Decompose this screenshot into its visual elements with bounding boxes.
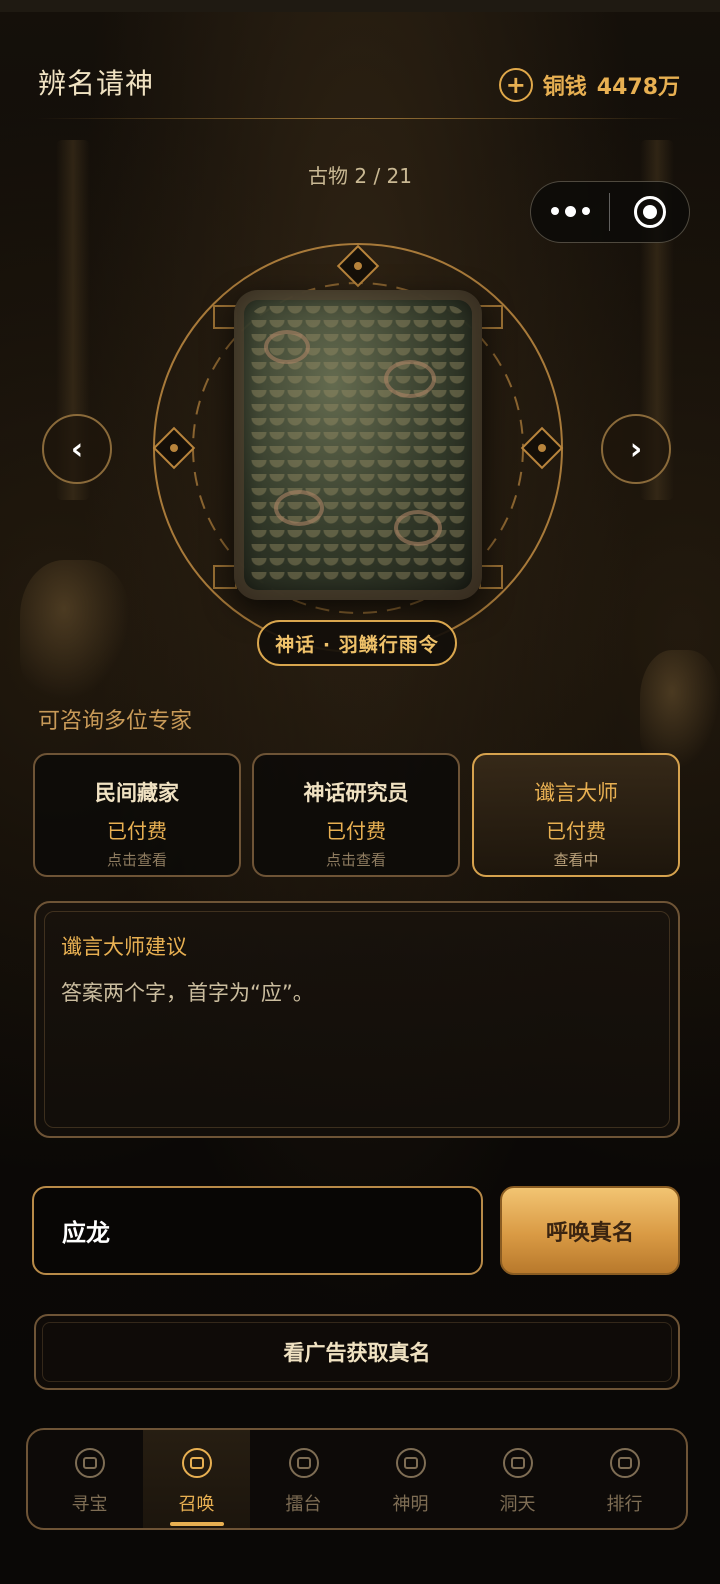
expert-status: 已付费 <box>546 819 606 843</box>
tab-ranking[interactable]: 排行 <box>571 1430 678 1528</box>
more-menu-icon[interactable] <box>531 206 609 217</box>
tab-treasure[interactable]: 寻宝 <box>36 1430 143 1528</box>
coin-balance: + 铜钱 4478万 <box>498 68 680 102</box>
expert-action: 点击查看 <box>106 851 167 869</box>
treasure-icon <box>74 1448 105 1478</box>
cloud-motif <box>394 510 442 546</box>
expert-status: 已付费 <box>326 819 386 843</box>
tab-label: 召唤 <box>178 1494 215 1515</box>
cloud-motif <box>274 490 324 526</box>
advice-text: 答案两个字，首字为“应”。 <box>61 981 314 1005</box>
summon-button[interactable]: 呼唤真名 <box>500 1186 680 1275</box>
coin-value: 4478万 <box>596 75 680 100</box>
cave-icon <box>502 1448 533 1478</box>
arena-icon <box>288 1448 319 1478</box>
true-name-input[interactable] <box>32 1186 483 1275</box>
tab-arena[interactable]: 擂台 <box>250 1430 357 1528</box>
ranking-icon <box>609 1448 640 1478</box>
next-artifact-button[interactable]: › <box>601 414 671 484</box>
watch-ad-button[interactable]: 看广告获取真名 <box>34 1314 680 1390</box>
experts-section-label: 可咨询多位专家 <box>38 709 193 734</box>
tab-cave[interactable]: 洞天 <box>464 1430 571 1528</box>
coin-label: 铜钱 <box>542 75 587 100</box>
tab-label: 洞天 <box>499 1494 536 1515</box>
bottom-tab-bar: 寻宝 召唤 擂台 神明 洞天 排行 <box>26 1428 688 1530</box>
tab-label: 排行 <box>606 1494 643 1515</box>
add-coins-icon[interactable]: + <box>498 68 533 102</box>
tab-summon[interactable]: 召唤 <box>143 1430 250 1528</box>
artifact-image <box>234 290 482 600</box>
artifact-name-badge: 神话 · 羽鳞行雨令 <box>257 620 457 666</box>
advice-title: 谶言大师建议 <box>61 935 187 959</box>
close-miniprogram-icon[interactable] <box>610 196 689 228</box>
tab-deity[interactable]: 神明 <box>357 1430 464 1528</box>
expert-card-myth-researcher[interactable]: 神话研究员 已付费 点击查看 <box>252 753 460 877</box>
expert-card-folk-collector[interactable]: 民间藏家 已付费 点击查看 <box>33 753 241 877</box>
miniprogram-capsule <box>530 181 690 243</box>
expert-status: 已付费 <box>107 819 167 843</box>
tab-label: 寻宝 <box>71 1494 108 1515</box>
status-bar <box>0 0 720 12</box>
active-tab-indicator <box>169 1522 224 1526</box>
header-divider <box>36 118 684 119</box>
background-vase <box>20 560 130 700</box>
tab-label: 神明 <box>392 1494 429 1515</box>
cloud-motif <box>264 330 310 364</box>
background-vase <box>640 650 720 770</box>
summon-icon <box>181 1448 212 1478</box>
expert-action: 点击查看 <box>325 851 386 869</box>
deity-icon <box>395 1448 426 1478</box>
cloud-motif <box>384 360 436 398</box>
expert-card-prophecy-master[interactable]: 谶言大师 已付费 查看中 <box>472 753 680 877</box>
advice-panel: 谶言大师建议 答案两个字，首字为“应”。 <box>34 901 680 1138</box>
expert-name: 谶言大师 <box>534 781 618 805</box>
previous-artifact-button[interactable]: ‹ <box>42 414 112 484</box>
tab-label: 擂台 <box>285 1494 322 1515</box>
page-title: 辨名请神 <box>38 67 155 100</box>
expert-name: 民间藏家 <box>95 781 179 805</box>
expert-action: 查看中 <box>553 851 599 869</box>
expert-name: 神话研究员 <box>303 781 409 805</box>
